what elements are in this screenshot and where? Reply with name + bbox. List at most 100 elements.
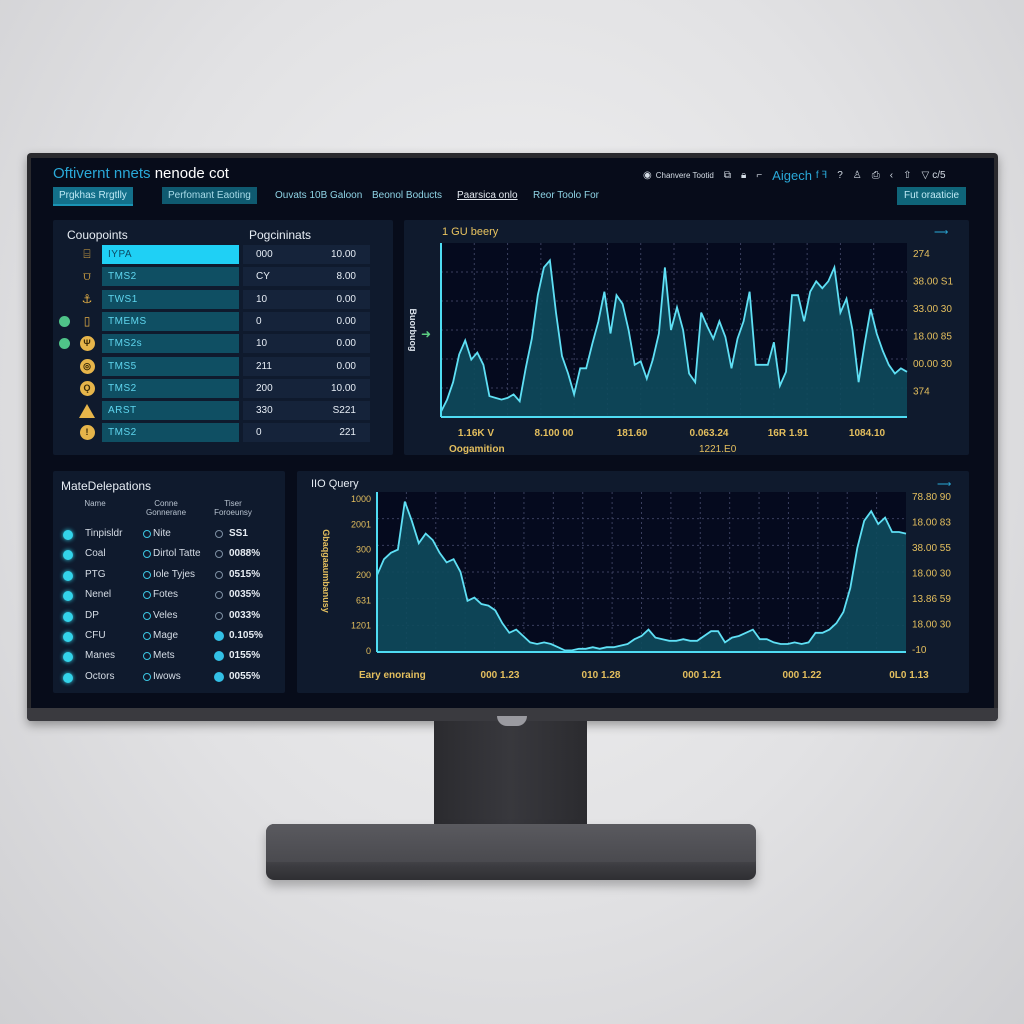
metadata-name: Nenel: [85, 589, 112, 601]
export-button[interactable]: Fut oraaticie: [897, 187, 967, 205]
component-value-b: 10.00: [330, 249, 356, 260]
radio-icon[interactable]: [143, 550, 151, 559]
metadata-value: 0088%: [229, 548, 261, 560]
component-row[interactable]: Ǫ TMS2 200 10.00: [53, 378, 383, 398]
component-value-a: 0: [256, 315, 262, 327]
component-value-b: 0.00: [336, 315, 356, 327]
expand-arrow-icon[interactable]: ⟶: [937, 479, 951, 490]
component-row[interactable]: ARST 330 S221: [53, 401, 383, 421]
expand-arrow-icon[interactable]: ⟶: [934, 227, 948, 238]
metadata-row[interactable]: CFU Mage 0.105%: [53, 629, 283, 645]
lock-icon[interactable]: 🔒︎: [741, 170, 746, 181]
metadata-name: Coal: [85, 548, 106, 560]
nav-tab-5[interactable]: Paarsica onlo: [451, 187, 524, 204]
target-icon[interactable]: ◉: [643, 170, 652, 181]
component-row[interactable]: ⚓︎ TWS1 10 0.00: [53, 289, 383, 309]
component-name[interactable]: TMEMS: [102, 311, 239, 331]
io-query-panel: IIO Query ⟶ 000 1.23 010 1.28 000 1.21 000 1.…: [297, 471, 969, 693]
screen: Oftivernt nnets nenode cot Prgkhas Rrgtl…: [31, 158, 994, 708]
nav-tab-6[interactable]: Reor Toolo For: [527, 187, 605, 204]
component-values: 000 10.00: [243, 245, 370, 264]
x-tick-label: 000 1.21: [683, 670, 722, 681]
metadata-type: Veles: [153, 609, 178, 621]
metadata-row[interactable]: DP Veles 0033%: [53, 609, 283, 625]
y-tick-label-right: 274: [913, 249, 930, 260]
status-label: Chanvere Tootid: [655, 171, 714, 180]
component-name[interactable]: TMS2: [102, 423, 239, 443]
status-dot: [59, 338, 70, 350]
upload-icon[interactable]: ⇧: [903, 170, 911, 181]
y-tick-label-left: 2001: [351, 519, 371, 529]
metadata-row[interactable]: Coal Dirtol Tatte 0088%: [53, 547, 283, 563]
bucket-icon: ⩌: [83, 269, 91, 284]
metadata-row[interactable]: Nenel Fotes 0035%: [53, 588, 283, 604]
metadata-row[interactable]: Octors Iwows 0055%: [53, 670, 283, 686]
x-axis-label: Oogamition: [449, 444, 505, 455]
radio-icon[interactable]: [143, 570, 151, 579]
component-name[interactable]: TMS2: [102, 378, 239, 398]
component-value-a: 200: [256, 382, 273, 394]
y-tick-label-right: 18.00 85: [913, 332, 952, 343]
components-title: Couopoints: [67, 228, 128, 242]
x-tick-label: 1.16K V: [458, 428, 494, 439]
app-suffix: f ꟻ: [815, 170, 828, 181]
component-name[interactable]: ARST: [102, 401, 239, 421]
radio-icon[interactable]: [143, 672, 151, 681]
radio-icon[interactable]: [143, 652, 151, 661]
radio-icon[interactable]: [143, 611, 151, 620]
io-query-chart: IIO Query ⟶ 000 1.23 010 1.28 000 1.21 000 1.…: [311, 478, 951, 681]
user-icon[interactable]: ♙: [853, 170, 862, 181]
help-icon[interactable]: ?: [837, 170, 843, 181]
x-tick-label: 0L0 1.13: [889, 670, 929, 681]
metadata-type: Nite: [153, 528, 171, 539]
metadata-row[interactable]: Manes Mets 0155%: [53, 649, 283, 665]
component-row[interactable]: ▯ TMEMS 0 0.00: [53, 311, 383, 331]
component-values: 0 0.00: [243, 311, 370, 331]
indicator-dot: [215, 611, 223, 620]
component-name[interactable]: IYPA: [102, 245, 239, 264]
status-dot: [63, 632, 73, 642]
x-tick-label: 0.063.24: [690, 428, 729, 439]
metadata-type: Dirtol Tatte: [153, 548, 201, 560]
radio-icon[interactable]: [143, 591, 151, 600]
back-icon[interactable]: ‹: [890, 170, 893, 181]
metadata-row[interactable]: Tinpisldr Nite SS1: [53, 527, 283, 543]
component-values: CY 8.00: [243, 267, 370, 287]
x-tick-label: 010 1.28: [582, 670, 621, 681]
nav-tab-1[interactable]: Prgkhas Rrgtlly: [53, 187, 133, 206]
chart-title: 1 GU beery: [442, 226, 499, 238]
indicator-dot: [214, 651, 224, 662]
component-row[interactable]: Ψ TMS2s 10 0.00: [53, 334, 383, 354]
component-value-a: 330: [256, 405, 273, 417]
expand-icon[interactable]: ⌐: [756, 170, 762, 181]
metadata-value: 0.105%: [229, 630, 263, 641]
wifi-icon[interactable]: ▽: [922, 170, 930, 181]
nav-tab-2[interactable]: Perfomant Eaoting: [162, 187, 257, 204]
nav-tab-4[interactable]: Beonol Boducts: [366, 187, 448, 204]
component-name[interactable]: TWS1: [102, 289, 239, 309]
x-tick-label: 000 1.22: [783, 670, 822, 681]
nav-tab-3[interactable]: Ouvats 10B Galoon: [269, 187, 368, 204]
radio-icon[interactable]: [143, 530, 151, 538]
component-name[interactable]: TMS5: [102, 356, 239, 376]
component-row[interactable]: ! TMS2 0 221: [53, 423, 383, 443]
metadata-row[interactable]: PTG Iole Tyjes 0515%: [53, 568, 283, 584]
component-row[interactable]: ⩌ TMS2 CY 8.00: [53, 267, 383, 287]
document-icon: ▯: [83, 314, 91, 329]
component-row[interactable]: ◎ TMS5 211 0.00: [53, 356, 383, 376]
y-tick-label-right: 38.00 S1: [913, 277, 953, 288]
component-name[interactable]: TMS2: [102, 267, 239, 287]
anchor-icon: ⚓︎: [81, 292, 93, 307]
component-value-b: 0.00: [336, 338, 356, 350]
y-tick-label-right: -10: [912, 645, 927, 656]
component-row[interactable]: ⌸ IYPA 000 10.00: [53, 245, 383, 264]
copy-icon[interactable]: ⧉: [724, 170, 731, 181]
radio-icon[interactable]: [143, 632, 151, 640]
status-dot: [63, 591, 73, 602]
warning-icon: [78, 401, 96, 420]
x-axis-label: Eary enoraing: [359, 670, 426, 681]
component-values: 10 0.00: [243, 334, 370, 354]
component-name[interactable]: TMS2s: [102, 334, 239, 354]
status-dot: [63, 550, 73, 561]
printer-icon[interactable]: ⎙: [872, 170, 880, 181]
